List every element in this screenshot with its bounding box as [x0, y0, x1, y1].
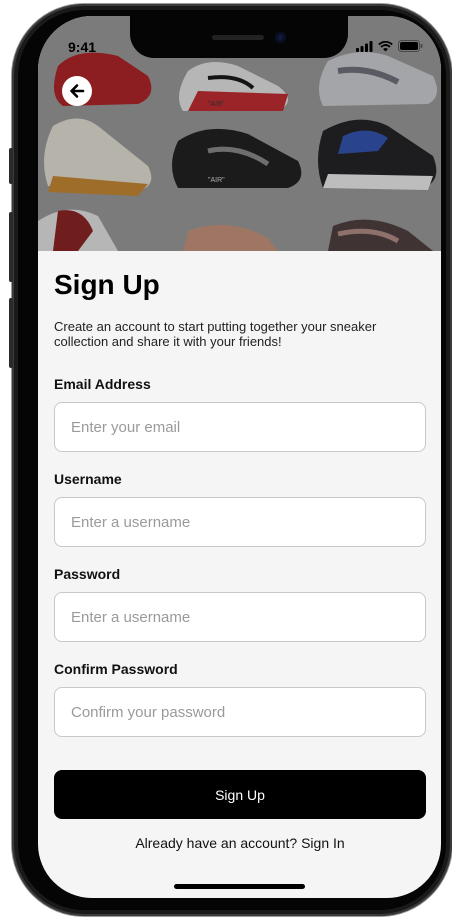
- notch: [130, 16, 348, 58]
- volume-down-button: [9, 298, 13, 368]
- arrow-left-icon: [70, 84, 85, 98]
- username-label: Username: [54, 471, 122, 487]
- confirm-password-input[interactable]: [54, 687, 426, 737]
- wifi-icon: [378, 40, 393, 51]
- confirm-password-field-group: Confirm Password: [54, 661, 426, 737]
- status-bar-icons: [356, 40, 423, 52]
- username-field-group: Username: [54, 471, 426, 547]
- app-screen: "AIR" "AIR" 9:41 Sign: [38, 16, 441, 898]
- password-field-group: Password: [54, 566, 426, 642]
- signal-icon: [356, 40, 373, 52]
- back-button[interactable]: [62, 76, 92, 106]
- email-label: Email Address: [54, 376, 151, 392]
- signup-form-container: Sign Up Create an account to start putti…: [54, 251, 426, 851]
- password-input[interactable]: [54, 592, 426, 642]
- username-input[interactable]: [54, 497, 426, 547]
- battery-icon: [398, 40, 423, 52]
- volume-up-button: [9, 212, 13, 282]
- earpiece-speaker: [212, 35, 264, 40]
- email-input[interactable]: [54, 402, 426, 452]
- status-bar-time: 9:41: [68, 39, 97, 55]
- email-field-group: Email Address: [54, 376, 426, 452]
- mute-switch: [9, 148, 13, 184]
- sign-in-link[interactable]: Already have an account? Sign In: [54, 835, 426, 851]
- page-title: Sign Up: [54, 269, 160, 300]
- home-indicator: [174, 884, 305, 889]
- password-label: Password: [54, 566, 121, 582]
- confirm-password-label: Confirm Password: [54, 661, 178, 677]
- front-camera: [275, 32, 286, 43]
- page-subtitle: Create an account to start putting toget…: [54, 319, 377, 349]
- sign-up-button[interactable]: Sign Up: [54, 770, 426, 819]
